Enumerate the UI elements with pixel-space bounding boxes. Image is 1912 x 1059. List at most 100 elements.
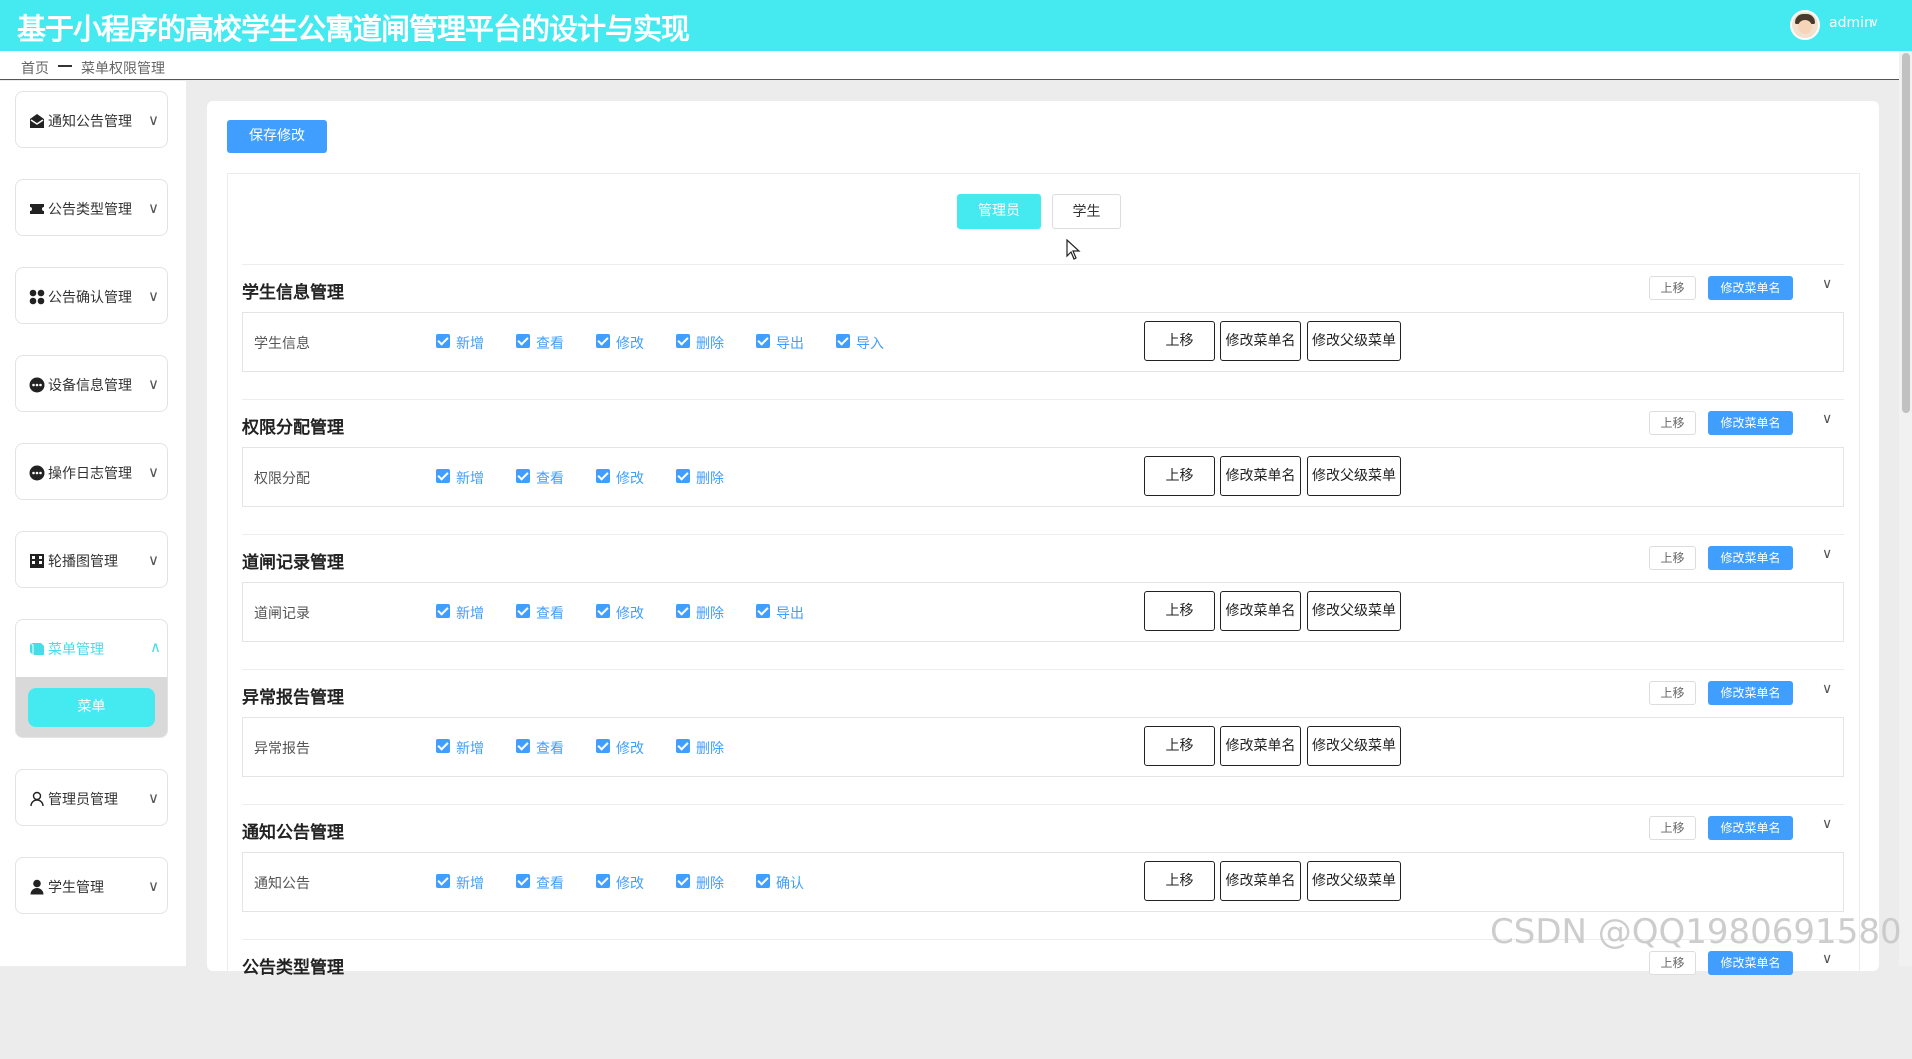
checkbox-checked-icon[interactable] (676, 604, 690, 618)
row-move-up-button[interactable]: 上移 (1144, 861, 1215, 901)
row-rename-button[interactable]: 修改菜单名 (1220, 861, 1301, 901)
sidebar-subitem-menu[interactable]: 菜单 (28, 688, 155, 727)
row-move-up-button[interactable]: 上移 (1144, 456, 1215, 496)
permission-label: 查看 (536, 741, 564, 757)
chevron-down-icon[interactable]: ∨ (1822, 276, 1832, 292)
group-rename-button[interactable]: 修改菜单名 (1708, 411, 1793, 435)
checkbox-checked-icon[interactable] (676, 334, 690, 348)
menu-row: 异常报告 新增 查看 修改 删除 上移 修改菜单名 修改父级菜单 (242, 717, 1844, 777)
group-title: 通知公告管理 (242, 823, 344, 843)
dots-icon (29, 377, 45, 393)
group-move-up-button[interactable]: 上移 (1649, 681, 1696, 705)
sidebar-item-device[interactable]: 设备信息管理 ∨ (15, 355, 168, 412)
sidebar-item-notice[interactable]: 通知公告管理 ∨ (15, 91, 168, 148)
row-change-parent-button[interactable]: 修改父级菜单 (1307, 591, 1401, 631)
checkbox-checked-icon[interactable] (596, 469, 610, 483)
row-rename-button[interactable]: 修改菜单名 (1220, 591, 1301, 631)
sidebar-item-label: 操作日志管理 (48, 466, 132, 482)
checkbox-checked-icon[interactable] (596, 334, 610, 348)
checkbox-checked-icon[interactable] (596, 874, 610, 888)
chevron-down-icon[interactable]: ∨ (1870, 15, 1879, 29)
permission-label: 删除 (696, 876, 724, 892)
checkbox-checked-icon[interactable] (756, 874, 770, 888)
chevron-down-icon[interactable]: ∨ (1822, 681, 1832, 697)
menu-group: 道闸记录管理 上移 修改菜单名 ∨ 道闸记录 新增 查看 修改 删除 导出 上移 修改菜单名 修改父级菜… (242, 534, 1844, 654)
row-rename-button[interactable]: 修改菜单名 (1220, 321, 1301, 361)
checkbox-checked-icon[interactable] (756, 334, 770, 348)
checkbox-checked-icon[interactable] (436, 334, 450, 348)
row-change-parent-button[interactable]: 修改父级菜单 (1307, 861, 1401, 901)
checkbox-checked-icon[interactable] (676, 469, 690, 483)
user-outline-icon (30, 791, 44, 807)
checkbox-checked-icon[interactable] (596, 739, 610, 753)
sidebar-item-menu[interactable]: 菜单管理 ∧ 菜单 (15, 619, 168, 738)
checkbox-checked-icon[interactable] (516, 604, 530, 618)
sidebar-item-notice-confirm[interactable]: 公告确认管理 ∨ (15, 267, 168, 324)
checkbox-checked-icon[interactable] (436, 604, 450, 618)
tab-admin[interactable]: 管理员 (957, 194, 1041, 229)
checkbox-checked-icon[interactable] (676, 874, 690, 888)
permission-label: 查看 (536, 876, 564, 892)
chevron-down-icon[interactable]: ∨ (1822, 546, 1832, 562)
breadcrumb-separator (58, 65, 72, 67)
sidebar-item-carousel[interactable]: 轮播图管理 ∨ (15, 531, 168, 588)
permission-label: 新增 (456, 336, 484, 352)
menu-row: 道闸记录 新增 查看 修改 删除 导出 上移 修改菜单名 修改父级菜单 (242, 582, 1844, 642)
app-title: 基于小程序的高校学生公寓道闸管理平台的设计与实现 (17, 12, 690, 46)
sidebar-item-menu-header[interactable]: 菜单管理 ∧ (16, 620, 167, 677)
row-change-parent-button[interactable]: 修改父级菜单 (1307, 726, 1401, 766)
row-move-up-button[interactable]: 上移 (1144, 726, 1215, 766)
group-rename-button[interactable]: 修改菜单名 (1708, 681, 1793, 705)
breadcrumb-current: 菜单权限管理 (81, 61, 165, 77)
sidebar-item-admin[interactable]: 管理员管理 ∨ (15, 769, 168, 826)
user-solid-icon (30, 879, 44, 895)
group-rename-button[interactable]: 修改菜单名 (1708, 546, 1793, 570)
row-move-up-button[interactable]: 上移 (1144, 321, 1215, 361)
checkbox-checked-icon[interactable] (596, 604, 610, 618)
row-change-parent-button[interactable]: 修改父级菜单 (1307, 321, 1401, 361)
permission-label: 修改 (616, 606, 644, 622)
group-rename-button[interactable]: 修改菜单名 (1708, 816, 1793, 840)
chevron-down-icon[interactable]: ∨ (1822, 951, 1832, 967)
breadcrumb-home[interactable]: 首页 (21, 58, 49, 78)
chevron-down-icon[interactable]: ∨ (1822, 816, 1832, 832)
menu-row: 权限分配 新增 查看 修改 删除 上移 修改菜单名 修改父级菜单 (242, 447, 1844, 507)
checkbox-checked-icon[interactable] (836, 334, 850, 348)
row-rename-button[interactable]: 修改菜单名 (1220, 726, 1301, 766)
checkbox-checked-icon[interactable] (516, 739, 530, 753)
checkbox-checked-icon[interactable] (676, 739, 690, 753)
chevron-down-icon: ∨ (148, 551, 159, 569)
checkbox-checked-icon[interactable] (436, 874, 450, 888)
checkbox-checked-icon[interactable] (516, 469, 530, 483)
checkbox-checked-icon[interactable] (436, 739, 450, 753)
menu-group: 学生信息管理 上移 修改菜单名 ∨ 学生信息 新增 查看 修改 删除 导出 导入 上移 修改菜单名 修改父… (242, 264, 1844, 384)
tab-student[interactable]: 学生 (1052, 194, 1121, 229)
checkbox-checked-icon[interactable] (516, 334, 530, 348)
menu-row-name: 权限分配 (254, 471, 310, 487)
row-change-parent-button[interactable]: 修改父级菜单 (1307, 456, 1401, 496)
checkbox-checked-icon[interactable] (516, 874, 530, 888)
sidebar-item-notice-type[interactable]: 公告类型管理 ∨ (15, 179, 168, 236)
group-move-up-button[interactable]: 上移 (1649, 276, 1696, 300)
chevron-down-icon[interactable]: ∨ (1822, 411, 1832, 427)
group-move-up-button[interactable]: 上移 (1649, 816, 1696, 840)
scrollbar-thumb[interactable] (1902, 53, 1910, 413)
sidebar-item-log[interactable]: 操作日志管理 ∨ (15, 443, 168, 500)
sidebar-item-label: 设备信息管理 (48, 378, 132, 394)
checkbox-checked-icon[interactable] (436, 469, 450, 483)
group-move-up-button[interactable]: 上移 (1649, 411, 1696, 435)
permission-label: 导入 (856, 336, 884, 352)
group-rename-button[interactable]: 修改菜单名 (1708, 951, 1793, 975)
checkbox-checked-icon[interactable] (756, 604, 770, 618)
avatar[interactable] (1790, 10, 1820, 40)
row-move-up-button[interactable]: 上移 (1144, 591, 1215, 631)
user-menu-label[interactable]: admin (1829, 15, 1873, 31)
menu-group: 通知公告管理 上移 修改菜单名 ∨ 通知公告 新增 查看 修改 删除 确认 上移 修改菜单名 修改父级菜… (242, 804, 1844, 924)
save-button[interactable]: 保存修改 (227, 120, 327, 153)
chevron-down-icon: ∨ (148, 287, 159, 305)
group-move-up-button[interactable]: 上移 (1649, 546, 1696, 570)
group-rename-button[interactable]: 修改菜单名 (1708, 276, 1793, 300)
sidebar-item-student[interactable]: 学生管理 ∨ (15, 857, 168, 914)
group-move-up-button[interactable]: 上移 (1649, 951, 1696, 975)
row-rename-button[interactable]: 修改菜单名 (1220, 456, 1301, 496)
